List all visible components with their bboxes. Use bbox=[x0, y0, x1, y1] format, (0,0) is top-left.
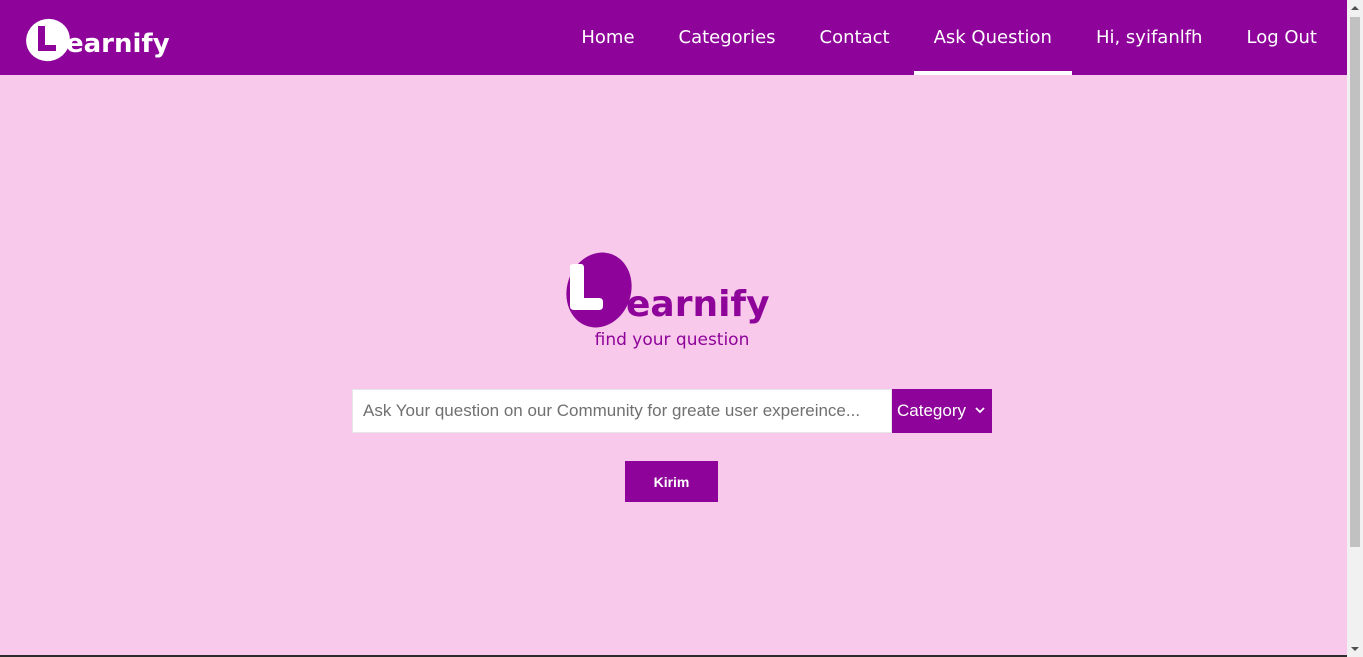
hero-logo-text: earnify bbox=[626, 284, 770, 325]
tagline: find your question bbox=[594, 330, 750, 350]
brand-logo[interactable]: earnify bbox=[24, 12, 169, 64]
question-input[interactable] bbox=[352, 389, 892, 433]
nav-user-greeting[interactable]: Hi, syifanlfh bbox=[1076, 0, 1223, 75]
submit-button[interactable]: Kirim bbox=[625, 461, 718, 502]
main-content: earnify find your question Category Kiri… bbox=[0, 75, 1347, 657]
nav-categories[interactable]: Categories bbox=[659, 0, 796, 75]
page: earnify Home Categories Contact Ask Ques… bbox=[0, 0, 1363, 657]
navbar: earnify Home Categories Contact Ask Ques… bbox=[0, 0, 1347, 75]
scroll-up-arrow-icon[interactable] bbox=[1347, 0, 1363, 16]
nav-log-out[interactable]: Log Out bbox=[1226, 0, 1337, 75]
scrollbar-thumb[interactable] bbox=[1350, 17, 1360, 547]
hero-logo: earnify bbox=[566, 252, 770, 328]
brand-logo-text: earnify bbox=[66, 29, 169, 59]
nav-ask-question[interactable]: Ask Question bbox=[913, 0, 1073, 75]
main-nav: Home Categories Contact Ask Question Hi,… bbox=[557, 0, 1347, 75]
chevron-down-icon bbox=[975, 407, 985, 414]
category-select[interactable]: Category bbox=[892, 389, 992, 433]
question-form: Category bbox=[352, 389, 992, 433]
category-select-label: Category bbox=[897, 401, 966, 420]
vertical-scrollbar[interactable] bbox=[1347, 0, 1363, 657]
nav-home[interactable]: Home bbox=[561, 0, 654, 75]
scroll-down-arrow-icon[interactable] bbox=[1347, 641, 1363, 657]
nav-contact[interactable]: Contact bbox=[800, 0, 910, 75]
